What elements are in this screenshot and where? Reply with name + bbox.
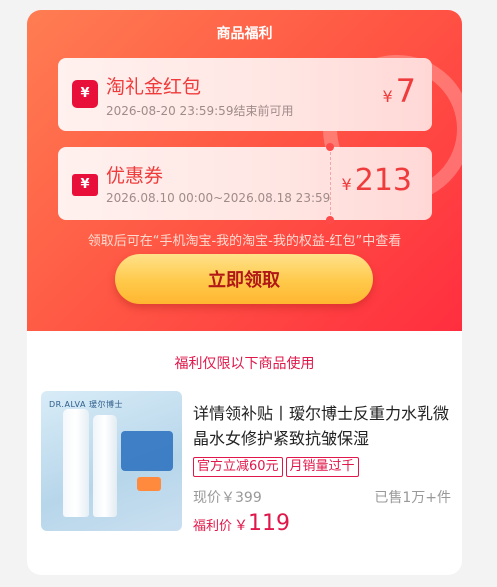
coupon-red-envelope[interactable]: ¥ 淘礼金红包 2026-08-20 23:59:59结束前可用 ¥7 — [58, 58, 432, 131]
coupon-amount: ¥7 — [382, 72, 416, 110]
coupon-name: 优惠券 — [106, 165, 164, 187]
section-title: 福利仅限以下商品使用 — [174, 356, 315, 372]
red-envelope-icon: ¥ — [72, 80, 98, 108]
bottle-graphic — [93, 415, 117, 517]
welfare-price-label: 福利价 — [193, 519, 233, 534]
coupon-validity: 2026.08.10 00:00~2026.08.18 23:59 — [106, 191, 331, 205]
product-tag: 官方立减60元 — [193, 457, 283, 477]
claim-now-button[interactable]: 立即领取 — [115, 254, 373, 304]
promo-graphic — [121, 431, 173, 471]
coupon-name: 淘礼金红包 — [106, 76, 202, 98]
coupon-notch — [326, 216, 334, 224]
product-title[interactable]: 详情领补贴丨瑷尔博士反重力水乳微晶水女修护紧致抗皱保湿 — [193, 401, 453, 451]
product-image-brand: DR.ALVA 瑷尔博士 — [49, 400, 124, 409]
promo-badge-graphic — [137, 477, 161, 491]
welfare-price-value: 119 — [248, 511, 291, 536]
claim-hint: 领取后可在“手机淘宝-我的淘宝-我的权益-红包”中查看 — [87, 234, 402, 249]
product-tag: 月销量过千 — [285, 457, 359, 477]
coupon-discount[interactable]: ¥ 优惠券 2026.08.10 00:00~2026.08.18 23:59 … — [58, 143, 432, 224]
coupon-divider — [330, 147, 331, 220]
bottle-graphic — [63, 409, 89, 517]
sold-count: 已售1万+件 — [374, 490, 451, 506]
ticket-icon: ¥ — [72, 174, 98, 196]
current-price: 现价￥399 — [193, 490, 262, 506]
coupon-amount: ¥213 — [342, 163, 412, 198]
currency-symbol: ¥ — [341, 175, 352, 194]
product-image[interactable]: DR.ALVA 瑷尔博士 — [41, 391, 182, 531]
currency-symbol: ￥ — [234, 518, 249, 534]
welfare-card: 商品福利 ¥ 淘礼金红包 2026-08-20 23:59:59结束前可用 ¥7… — [27, 10, 462, 575]
product-tags: 官方立减60元 月销量过千 — [193, 455, 362, 477]
page-title: 商品福利 — [216, 26, 273, 42]
welfare-price: 福利价 ￥119 — [193, 511, 290, 536]
coupon-amount-value: 7 — [395, 72, 416, 110]
coupon-validity: 2026-08-20 23:59:59结束前可用 — [106, 104, 294, 118]
welfare-header-panel: 商品福利 ¥ 淘礼金红包 2026-08-20 23:59:59结束前可用 ¥7… — [27, 10, 462, 331]
currency-symbol: ¥ — [382, 87, 393, 106]
coupon-notch — [326, 143, 334, 151]
coupon-amount-value: 213 — [354, 163, 412, 198]
product-item[interactable]: DR.ALVA 瑷尔博士 详情领补贴丨瑷尔博士反重力水乳微晶水女修护紧致抗皱保湿… — [41, 391, 453, 536]
